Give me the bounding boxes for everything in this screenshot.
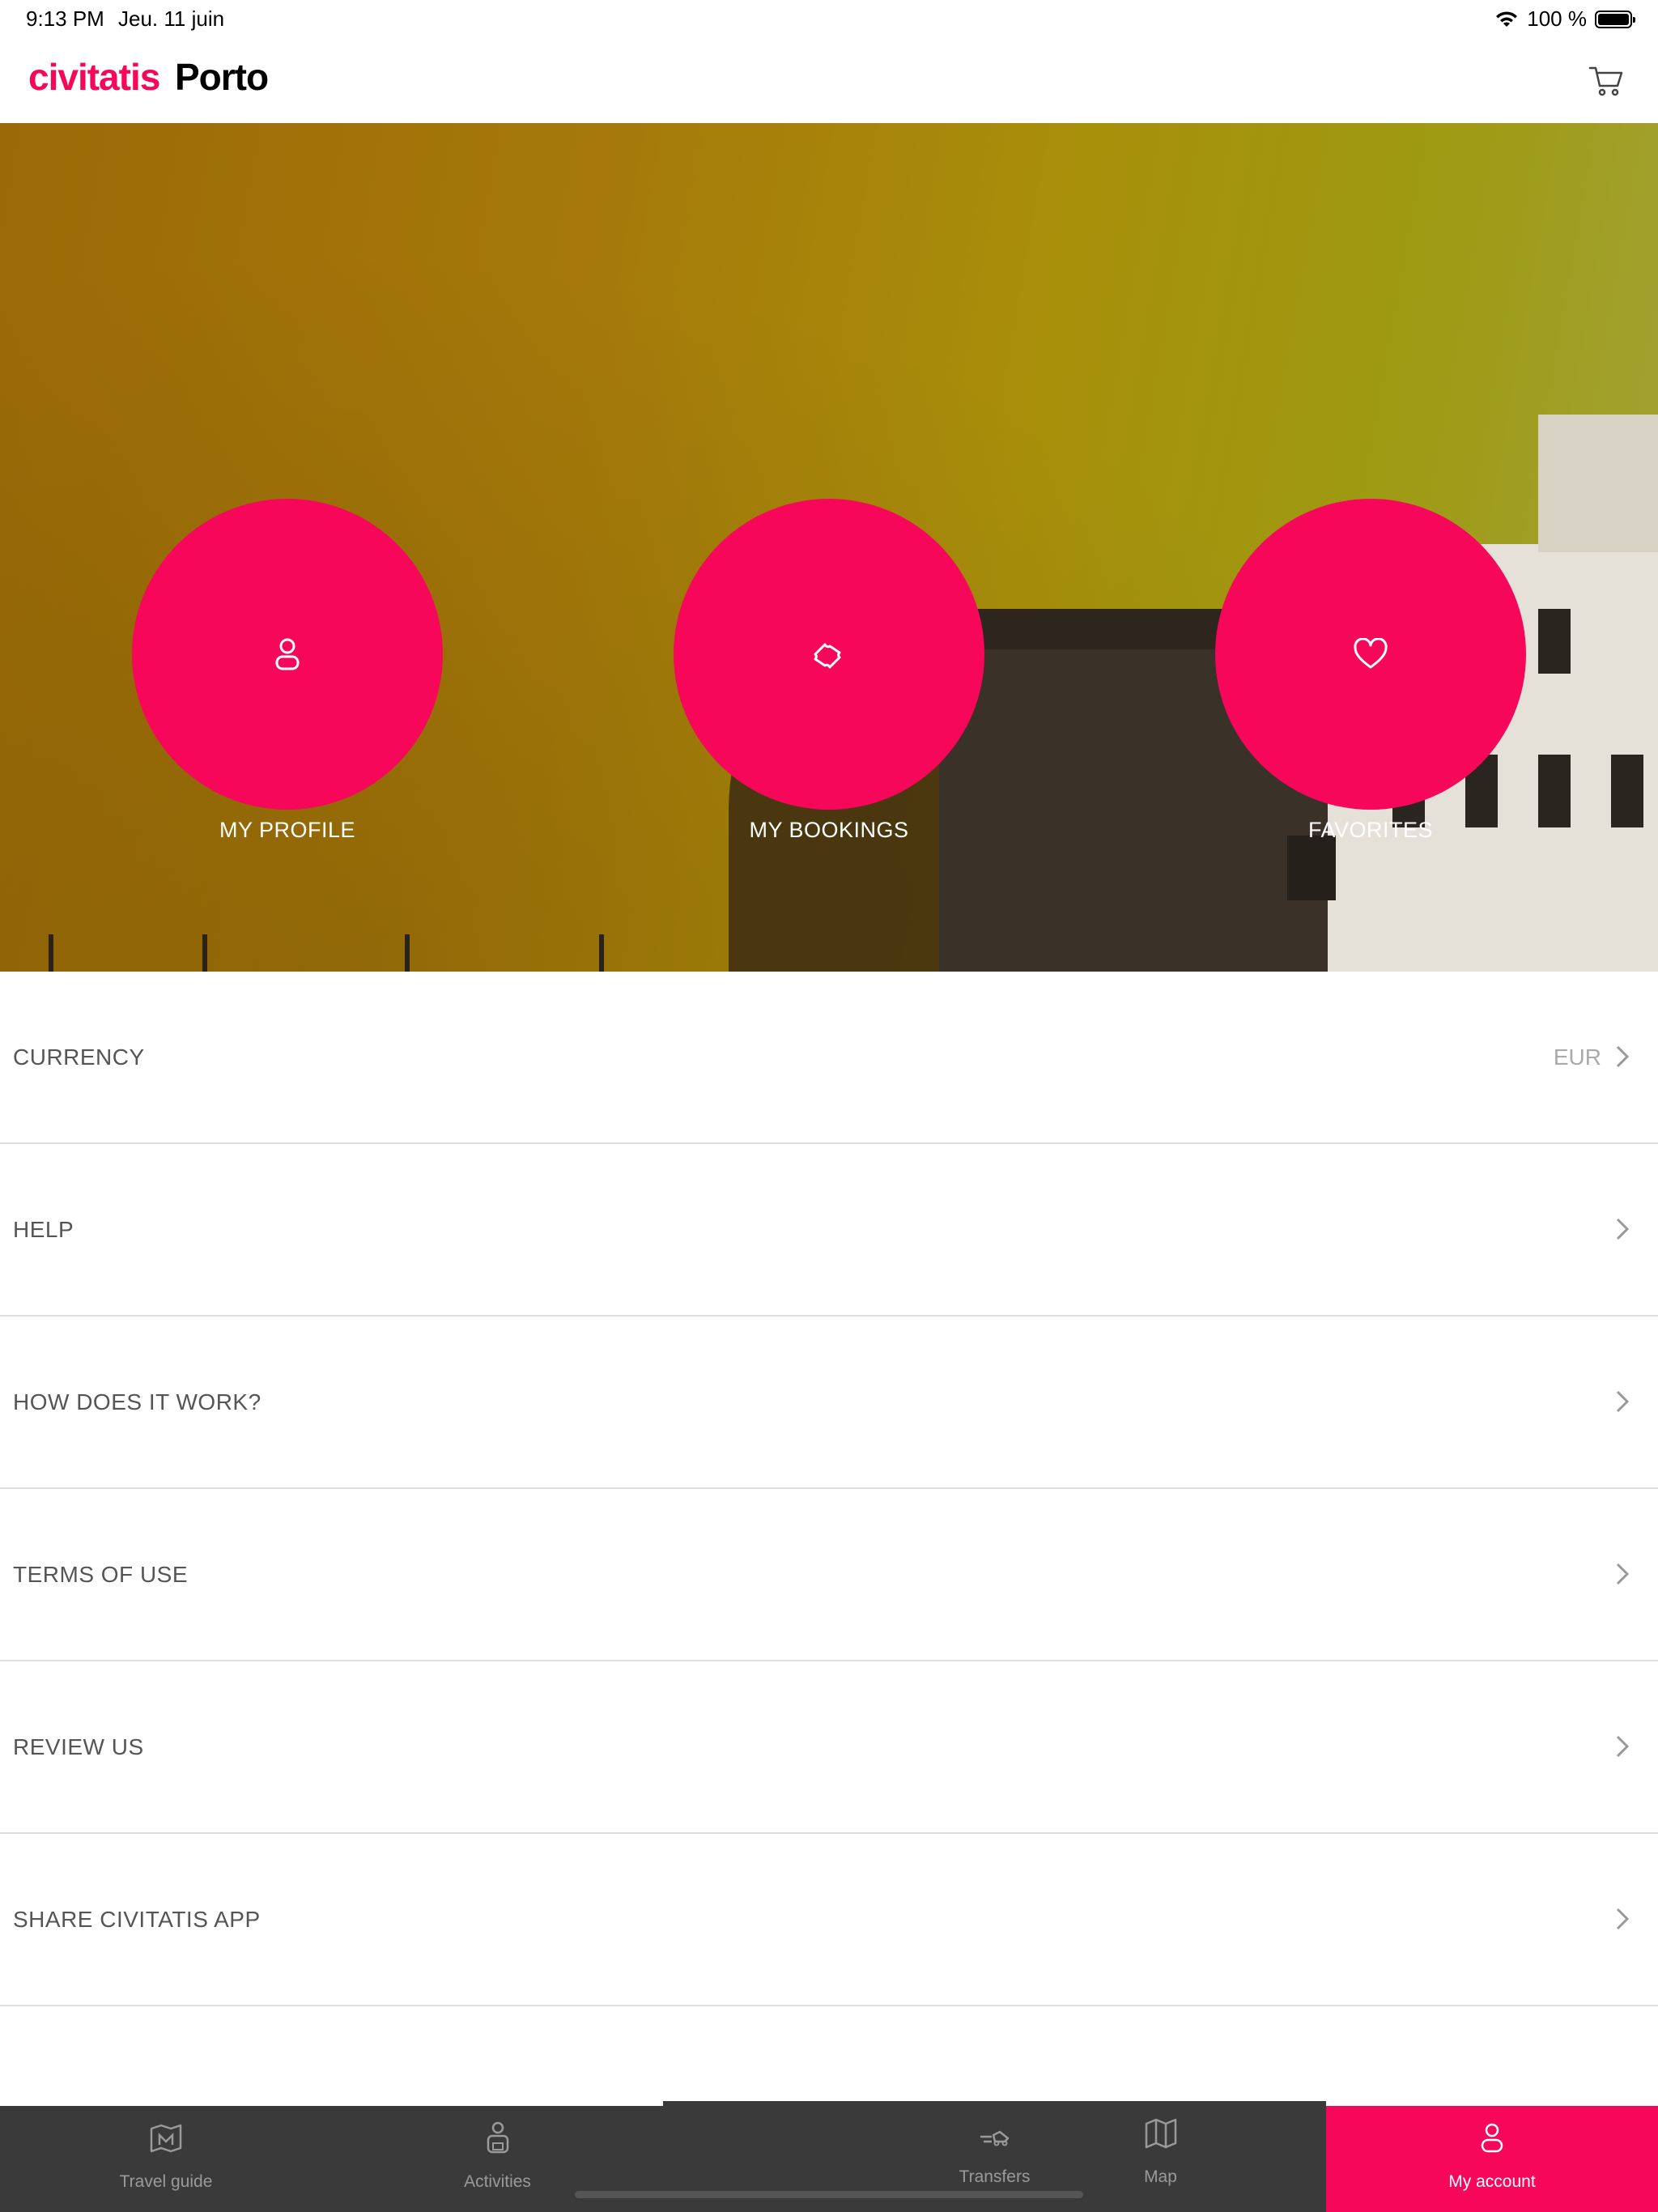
status-indicators: 100 % [1494,6,1635,32]
map-icon [1145,2118,1176,2149]
activities-icon [487,2121,508,2154]
city-title: Porto [175,56,269,98]
account-icon [1481,2123,1503,2153]
my-bookings-label: MY BOOKINGS [749,818,909,842]
hero-window [1538,755,1571,827]
tab-my-account[interactable]: My account [1326,2106,1658,2212]
battery-level [1598,13,1629,25]
battery-percent: 100 % [1527,6,1587,31]
favorites-circle[interactable] [1215,499,1526,810]
tab-label: Activities [464,2172,531,2191]
chevron-right-icon [1616,1045,1630,1068]
settings-menu: CURRENCY EUR HELP HOW DOES IT WORK? TERM… [0,972,1658,2006]
my-bookings-circle[interactable] [674,499,984,810]
guide-map-icon [150,2124,182,2153]
menu-item-currency[interactable]: CURRENCY EUR [0,972,1658,1144]
my-profile-circle[interactable] [132,499,443,810]
battery-icon [1595,10,1635,28]
chevron-right-icon [1616,1563,1630,1585]
brand-logo[interactable]: civitatis [28,55,160,99]
hero-lamp [405,934,410,972]
menu-item-share[interactable]: SHARE CIVITATIS APP [0,1834,1658,2006]
tab-label: My account [1448,2172,1536,2191]
menu-item-label: TERMS OF USE [13,1562,189,1587]
chevron-right-icon [1616,1218,1630,1240]
favorites-label: FAVORITES [1307,818,1434,842]
hero-lamp [202,934,207,972]
chevron-right-icon [1616,1735,1630,1758]
my-profile-button[interactable]: MY PROFILE [132,499,443,843]
menu-item-label: SHARE CIVITATIS APP [13,1907,261,1932]
currency-value: EUR [1553,1044,1601,1070]
menu-item-label: HELP [13,1217,74,1242]
tab-label: Map [1144,2167,1177,2186]
hero-lamp [49,934,53,972]
menu-item-how-it-works[interactable]: HOW DOES IT WORK? [0,1317,1658,1489]
tab-travel-guide[interactable]: Travel guide [0,2106,332,2212]
favorites-button[interactable]: FAVORITES [1215,499,1526,843]
hero-window [1287,836,1336,900]
chevron-right-icon [1616,1390,1630,1413]
menu-item-label: HOW DOES IT WORK? [13,1389,261,1414]
menu-item-label: REVIEW US [13,1734,144,1759]
hero-window [1538,609,1571,674]
user-icon [275,638,300,670]
status-time: 9:13 PM [26,6,104,31]
cart-icon[interactable] [1587,62,1626,100]
ticket-icon [814,643,841,669]
home-indicator[interactable] [575,2191,1083,2198]
menu-item-review[interactable]: REVIEW US [0,1661,1658,1834]
status-bar: 9:13 PM Jeu. 11 juin 100 % [0,0,1658,37]
status-date: Jeu. 11 juin [118,6,225,31]
app-header: civitatis Porto [0,37,1658,124]
hero-building-top [1538,415,1658,552]
my-bookings-button[interactable]: MY BOOKINGS [674,499,984,843]
hero-lamp [599,934,604,972]
menu-item-terms[interactable]: TERMS OF USE [0,1489,1658,1661]
heart-icon [1354,638,1388,669]
wifi-icon [1496,11,1518,27]
hero-banner: MY PROFILE MY BOOKINGS FAVORITES [0,123,1658,972]
menu-item-help[interactable]: HELP [0,1144,1658,1317]
hero-window [1611,755,1643,827]
tab-label: Travel guide [119,2172,213,2191]
my-profile-label: MY PROFILE [219,818,356,842]
chevron-right-icon [1616,1908,1630,1930]
menu-item-label: CURRENCY [13,1044,145,1070]
